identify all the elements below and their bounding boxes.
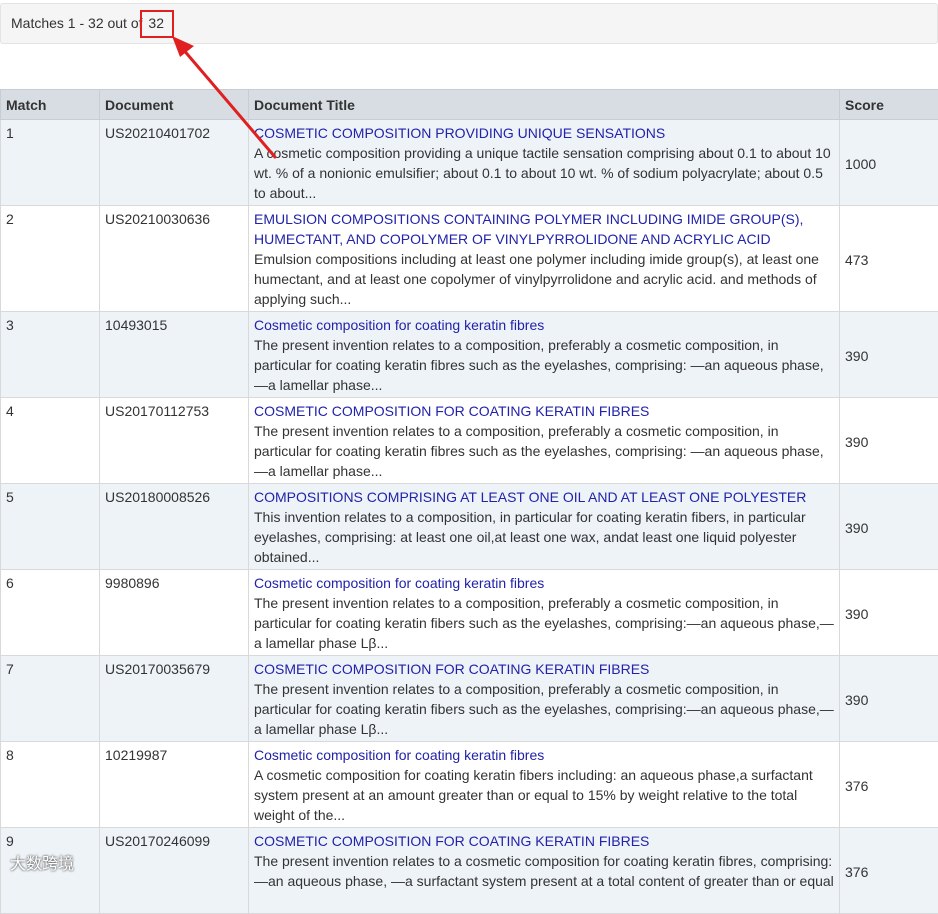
document-abstract: The present invention relates to a cosme… — [254, 851, 834, 891]
document-cell: US20180008526 — [100, 484, 249, 570]
table-row: 8 10219987 Cosmetic composition for coat… — [1, 742, 938, 828]
match-cell: 8 — [1, 742, 100, 828]
matches-summary-prefix: Matches 1 - 32 out of — [11, 15, 146, 31]
table-row: 6 9980896 Cosmetic composition for coati… — [1, 570, 938, 656]
score-cell: 390 — [840, 398, 938, 484]
title-cell: COMPOSITIONS COMPRISING AT LEAST ONE OIL… — [249, 484, 840, 570]
document-abstract: The present invention relates to a compo… — [254, 593, 834, 653]
table-row: 1 US20210401702 COSMETIC COMPOSITION PRO… — [1, 120, 938, 206]
document-cell: US20210401702 — [100, 120, 249, 206]
score-cell: 390 — [840, 312, 938, 398]
document-abstract: Emulsion compositions including at least… — [254, 249, 834, 309]
document-cell: 9980896 — [100, 570, 249, 656]
title-cell: Cosmetic composition for coating keratin… — [249, 570, 840, 656]
document-abstract: A cosmetic composition providing a uniqu… — [254, 143, 834, 203]
document-abstract: This invention relates to a composition,… — [254, 507, 834, 567]
table-row: 2 US20210030636 EMULSION COMPOSITIONS CO… — [1, 206, 938, 312]
score-cell: 473 — [840, 206, 938, 312]
document-cell: US20170112753 — [100, 398, 249, 484]
title-cell: COSMETIC COMPOSITION PROVIDING UNIQUE SE… — [249, 120, 840, 206]
document-abstract: A cosmetic composition for coating kerat… — [254, 765, 834, 825]
document-title-link[interactable]: COSMETIC COMPOSITION PROVIDING UNIQUE SE… — [254, 123, 834, 143]
header-match[interactable]: Match — [1, 90, 100, 120]
header-score[interactable]: Score — [840, 90, 938, 120]
document-title-link[interactable]: COSMETIC COMPOSITION FOR COATING KERATIN… — [254, 401, 834, 421]
match-cell: 7 — [1, 656, 100, 742]
match-cell: 1 — [1, 120, 100, 206]
table-row: 5 US20180008526 COMPOSITIONS COMPRISING … — [1, 484, 938, 570]
score-cell: 376 — [840, 828, 938, 914]
watermark-logo: 大数跨境 — [10, 850, 74, 874]
header-document-title[interactable]: Document Title — [249, 90, 840, 120]
watermark-text: 大数跨境 — [10, 856, 74, 873]
match-cell: 4 — [1, 398, 100, 484]
document-title-link[interactable]: COSMETIC COMPOSITION FOR COATING KERATIN… — [254, 659, 834, 679]
match-cell: 6 — [1, 570, 100, 656]
match-cell: 5 — [1, 484, 100, 570]
score-cell: 1000 — [840, 120, 938, 206]
document-cell: US20170035679 — [100, 656, 249, 742]
table-row: 9 US20170246099 COSMETIC COMPOSITION FOR… — [1, 828, 938, 914]
title-cell: EMULSION COMPOSITIONS CONTAINING POLYMER… — [249, 206, 840, 312]
document-title-link[interactable]: COSMETIC COMPOSITION FOR COATING KERATIN… — [254, 831, 834, 851]
document-title-link[interactable]: EMULSION COMPOSITIONS CONTAINING POLYMER… — [254, 209, 834, 249]
document-abstract: The present invention relates to a compo… — [254, 679, 834, 739]
document-cell: 10493015 — [100, 312, 249, 398]
title-cell: COSMETIC COMPOSITION FOR COATING KERATIN… — [249, 828, 840, 914]
title-cell: Cosmetic composition for coating keratin… — [249, 312, 840, 398]
document-title-link[interactable]: Cosmetic composition for coating keratin… — [254, 315, 834, 335]
table-row: 7 US20170035679 COSMETIC COMPOSITION FOR… — [1, 656, 938, 742]
total-highlight-box — [140, 10, 174, 38]
results-table: Match Document Document Title Score 1 US… — [0, 89, 938, 914]
document-title-link[interactable]: COMPOSITIONS COMPRISING AT LEAST ONE OIL… — [254, 487, 834, 507]
document-cell: US20210030636 — [100, 206, 249, 312]
table-header-row: Match Document Document Title Score — [1, 90, 938, 120]
score-cell: 390 — [840, 484, 938, 570]
title-cell: Cosmetic composition for coating keratin… — [249, 742, 840, 828]
document-abstract: The present invention relates to a compo… — [254, 335, 834, 395]
match-cell: 3 — [1, 312, 100, 398]
title-cell: COSMETIC COMPOSITION FOR COATING KERATIN… — [249, 398, 840, 484]
table-row: 4 US20170112753 COSMETIC COMPOSITION FOR… — [1, 398, 938, 484]
document-title-link[interactable]: Cosmetic composition for coating keratin… — [254, 745, 834, 765]
table-row: 3 10493015 Cosmetic composition for coat… — [1, 312, 938, 398]
document-cell: 10219987 — [100, 742, 249, 828]
title-cell: COSMETIC COMPOSITION FOR COATING KERATIN… — [249, 656, 840, 742]
document-abstract: The present invention relates to a compo… — [254, 421, 834, 481]
document-cell: US20170246099 — [100, 828, 249, 914]
score-cell: 390 — [840, 570, 938, 656]
document-title-link[interactable]: Cosmetic composition for coating keratin… — [254, 573, 834, 593]
match-cell: 2 — [1, 206, 100, 312]
header-document[interactable]: Document — [100, 90, 249, 120]
score-cell: 390 — [840, 656, 938, 742]
score-cell: 376 — [840, 742, 938, 828]
